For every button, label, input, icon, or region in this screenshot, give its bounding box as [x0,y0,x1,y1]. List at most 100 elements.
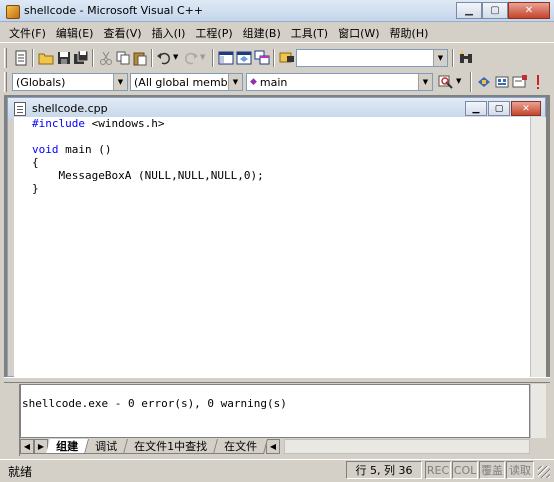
code-keyword: #include [32,117,85,130]
members-combo-dropdown-icon[interactable]: ▼ [228,74,242,90]
toolbar-separator [151,49,153,67]
save-icon[interactable] [56,50,72,66]
code-line: #include <windows.h> [32,117,165,130]
build-result-text: shellcode.exe - 0 error(s), 0 warning(s) [22,397,287,410]
title-bar: shellcode - Microsoft Visual C++ ▁ ▢ ✕ [0,0,554,22]
tab-find-in-files-2[interactable]: 在文件 [213,439,269,454]
redo-icon[interactable] [183,50,199,66]
status-message: 就绪 [8,465,33,479]
editor-minimize-button[interactable]: ▁ [465,101,487,116]
tab-scroll-left-icon[interactable]: ◀ [20,439,34,454]
status-rec: REC [425,461,451,479]
status-line-col: 行 5, 列 36 [346,461,422,479]
menu-build[interactable]: 组建(B) [238,25,286,41]
compile-icon[interactable] [476,74,492,90]
toolbar-separator [212,49,214,67]
toolbar-separator [470,72,472,92]
save-all-icon[interactable] [73,50,89,66]
visual-cpp-app-icon[interactable] [5,4,20,19]
workspace-window-icon[interactable] [218,50,234,66]
toolbar-separator [452,49,454,67]
status-read: 读取 [506,461,534,479]
undo-dropdown-arrow-icon[interactable]: ▼ [173,53,178,61]
code-line: MessageBoxA (NULL,NULL,NULL,0); [32,169,264,182]
menu-view[interactable]: 查看(V) [98,25,146,41]
find-combo[interactable]: ▼ [296,49,448,67]
menu-insert[interactable]: 插入(I) [147,25,191,41]
menu-project[interactable]: 工程(P) [190,25,237,41]
find-combo-dropdown-icon[interactable]: ▼ [433,50,447,66]
menu-edit[interactable]: 编辑(E) [51,25,99,41]
editor-title-bar[interactable]: shellcode.cpp ▁ ▢ ✕ [8,98,545,119]
output-pane[interactable] [20,384,530,438]
tab-find-in-files-2-label: 在文件 [224,440,258,453]
execute-icon[interactable] [530,74,546,90]
cpp-document-icon[interactable] [14,101,26,116]
toolbar-grip[interactable] [4,72,7,92]
output-pane-grip[interactable] [4,384,20,456]
maximize-button[interactable]: ▢ [482,2,508,19]
code-line: { [32,156,39,169]
standard-toolbar: ▼ ▼ ▼ [0,45,554,71]
menu-tools[interactable]: 工具(T) [286,25,333,41]
function-combo[interactable]: ◆ main ▼ [246,73,433,91]
source-code: #include <windows.h> void main (){ Messa… [32,117,264,195]
wizard-action-icon[interactable] [438,74,454,90]
output-tab-strip: ◀ ▶ 组建 调试 在文件1中查找 在文件 ◀ [20,438,530,455]
undo-icon[interactable] [156,50,172,66]
tab-debug-label: 调试 [95,440,118,453]
editor-close-button[interactable]: ✕ [511,101,541,116]
editor-maximize-button[interactable]: ▢ [488,101,510,116]
code-line: void main () [32,143,112,156]
code-keyword: void [32,143,59,156]
toolbar-separator [92,49,94,67]
minimize-button[interactable]: ▁ [456,2,482,19]
new-text-file-icon[interactable] [13,50,29,66]
wizard-toolbar: (Globals) ▼ (All global members ▼ ◆ main… [0,71,554,93]
toolbar-separator [273,49,275,67]
status-ovr: 覆盖 [479,461,505,479]
tab-build-label: 组建 [56,440,79,453]
copy-icon[interactable] [115,50,131,66]
menu-help[interactable]: 帮助(H) [385,25,434,41]
output-horizontal-scrollbar[interactable] [284,439,530,454]
status-col: COL [452,461,478,479]
tab-debug[interactable]: 调试 [84,439,129,454]
function-combo-dropdown-icon[interactable]: ▼ [418,74,432,90]
hscroll-left-icon[interactable]: ◀ [266,439,280,454]
members-combo-value: (All global members [134,75,243,89]
find-in-files-icon[interactable] [279,50,295,66]
window-list-icon[interactable] [254,50,270,66]
toolbar-separator [32,49,34,67]
redo-dropdown-arrow-icon[interactable]: ▼ [200,53,205,61]
scope-combo-dropdown-icon[interactable]: ▼ [113,74,127,90]
toolbar-grip[interactable] [4,48,7,68]
output-vertical-scrollbar[interactable] [530,384,546,438]
paste-icon[interactable] [132,50,148,66]
build-icon[interactable] [494,74,510,90]
open-folder-icon[interactable] [38,50,54,66]
menu-bar: 文件(F) 编辑(E) 查看(V) 插入(I) 工程(P) 组建(B) 工具(T… [0,23,554,43]
wizard-action-dropdown-icon[interactable]: ▼ [456,77,461,85]
close-button[interactable]: ✕ [508,2,550,19]
members-combo[interactable]: (All global members ▼ [130,73,243,91]
stop-build-icon[interactable] [512,74,528,90]
tab-find-in-files-1-label: 在文件1中查找 [134,440,208,453]
function-diamond-icon: ◆ [250,77,257,87]
output-window-icon[interactable] [236,50,252,66]
tab-find-in-files-1[interactable]: 在文件1中查找 [123,439,219,454]
scope-combo-value: (Globals) [16,75,66,89]
editor-title: shellcode.cpp [32,102,108,115]
output-splitter[interactable] [4,377,550,383]
scope-combo[interactable]: (Globals) ▼ [12,73,128,91]
tab-build[interactable]: 组建 [45,439,90,454]
cut-icon[interactable] [98,50,114,66]
menu-file[interactable]: 文件(F) [4,25,51,41]
find-binoculars-icon[interactable] [458,50,474,66]
menu-window[interactable]: 窗口(W) [333,25,384,41]
function-combo-value: main [259,75,288,89]
code-line: } [32,182,39,195]
editor-vertical-scrollbar[interactable] [530,117,546,377]
size-grip-icon[interactable] [538,466,550,478]
